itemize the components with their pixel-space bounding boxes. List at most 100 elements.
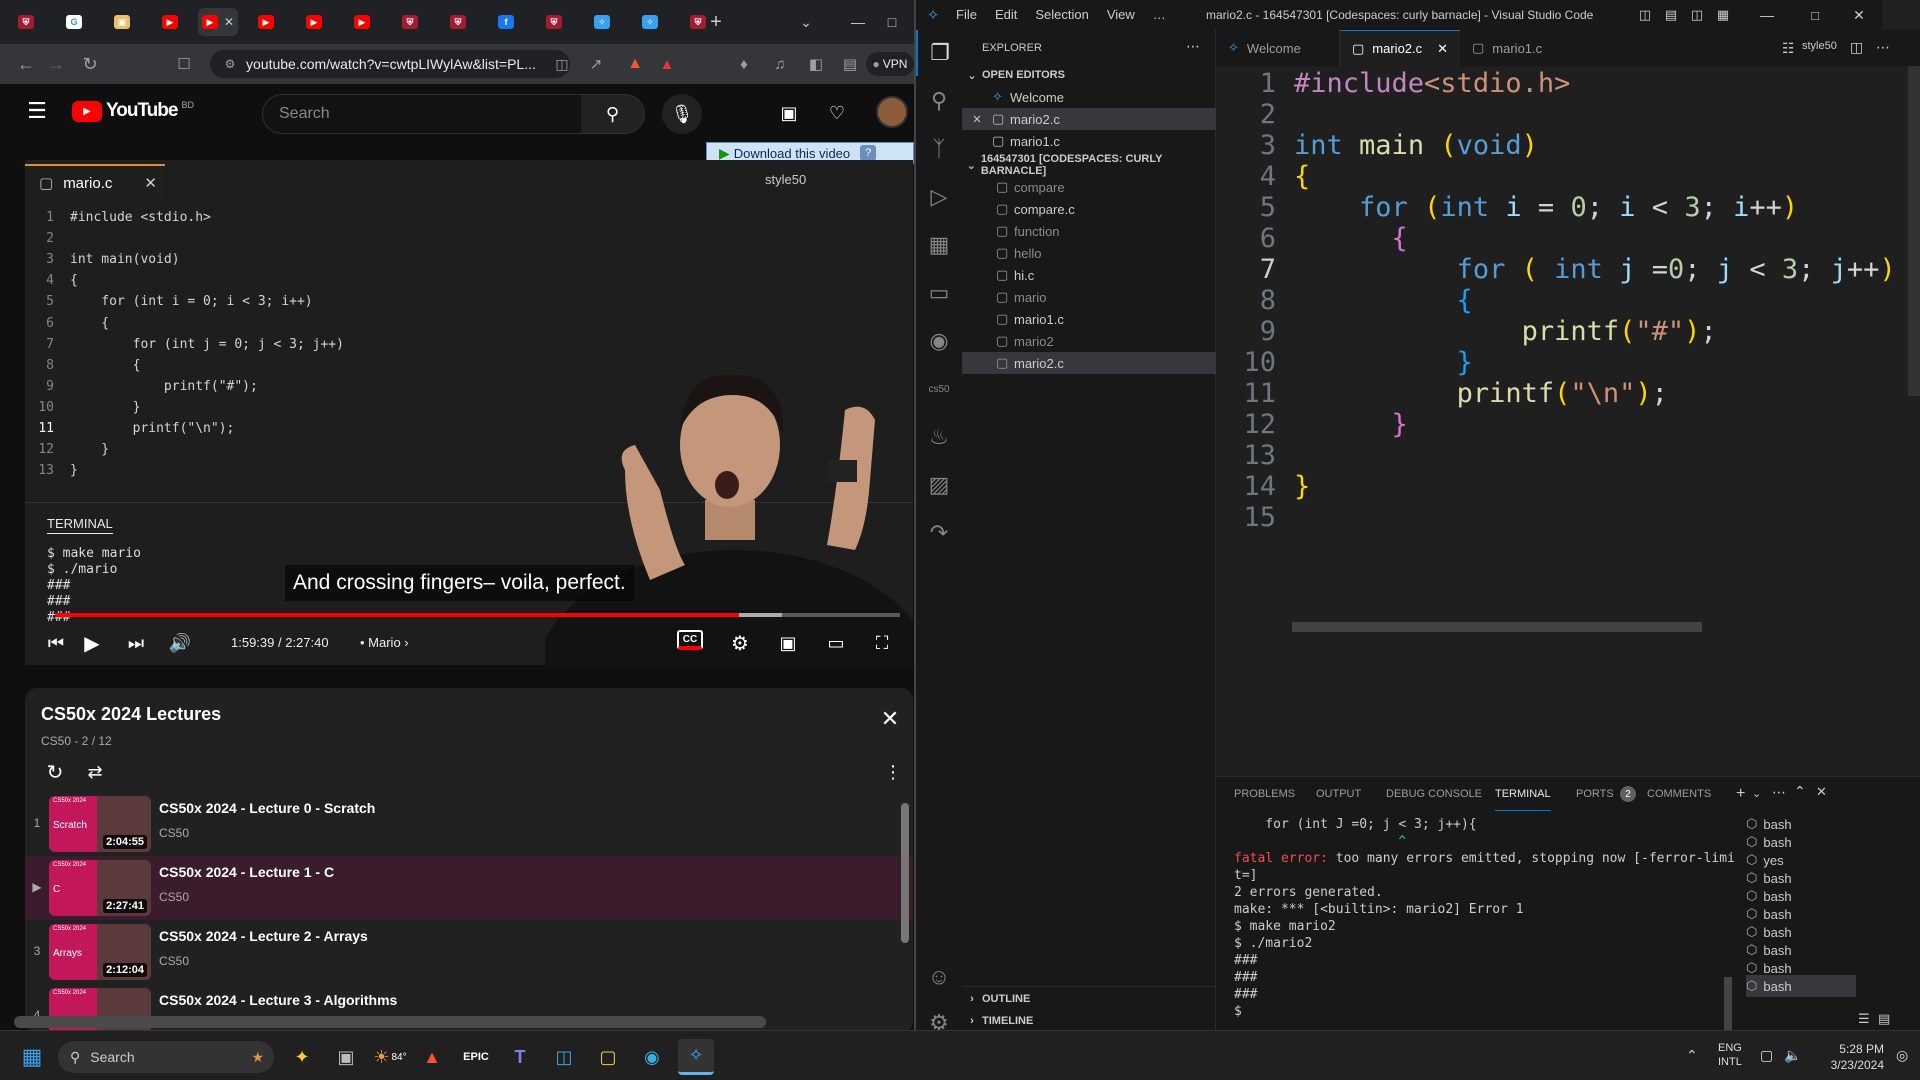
browser-tab[interactable]: ⛨: [534, 8, 574, 36]
start-icon[interactable]: ▦: [14, 1039, 50, 1075]
open-editor-item[interactable]: ✕ ▢ mario2.c: [962, 108, 1216, 130]
tab-welcome[interactable]: ✧ Welcome: [1216, 30, 1340, 66]
playlist-item[interactable]: 3 CS50x 2024 Arrays 2:12:04 CS50x 2024 - Lec…: [25, 920, 913, 984]
captions-button[interactable]: CC: [677, 630, 703, 650]
browser-tab[interactable]: ▶ ✕: [198, 8, 238, 36]
terminal-layout-icon[interactable]: ▤: [1878, 1011, 1890, 1027]
new-tab-icon[interactable]: +: [704, 10, 728, 34]
close-tab-icon[interactable]: ✕: [1437, 41, 1448, 57]
vscode-taskbar-icon[interactable]: ✧: [678, 1039, 714, 1075]
language-indicator[interactable]: ENG INTL: [1718, 1041, 1742, 1069]
panel-tab[interactable]: TERMINAL: [1495, 777, 1551, 811]
panel-tab[interactable]: DEBUG CONSOLE: [1386, 777, 1482, 811]
horizontal-scrollbar[interactable]: [14, 1016, 766, 1028]
reload-icon[interactable]: ↻: [78, 52, 102, 76]
toggle-sidebar-icon[interactable]: ◫: [1636, 6, 1654, 24]
vpn-button[interactable]: ● VPN: [866, 52, 914, 76]
open-editors-section[interactable]: ⌄ OPEN EDITORS: [962, 64, 1216, 86]
file-item[interactable]: ▢ mario2: [962, 330, 1216, 352]
notifications-icon[interactable]: ♡: [822, 98, 852, 128]
theater-mode-icon[interactable]: ▭: [821, 628, 851, 658]
file-item[interactable]: ▢ compare: [962, 176, 1216, 198]
source-control-icon[interactable]: ᛉ: [916, 126, 962, 172]
taskbar-search[interactable]: ⚲ Search ★: [58, 1041, 274, 1073]
browser-tab[interactable]: ✧: [582, 8, 622, 36]
cs50-icon[interactable]: cs50: [916, 366, 962, 412]
play-icon[interactable]: ▶: [77, 628, 107, 658]
progress-bar[interactable]: [55, 613, 900, 617]
search-button[interactable]: ⚲: [581, 94, 645, 134]
panel-tab[interactable]: PORTS: [1576, 777, 1614, 811]
customize-layout-icon[interactable]: ▦: [1714, 6, 1732, 24]
explorer-icon[interactable]: ❐: [916, 30, 962, 76]
search-icon[interactable]: ⚲: [916, 78, 962, 124]
network-icon[interactable]: ▢: [1760, 1047, 1773, 1064]
extensions-icon[interactable]: ▦: [916, 222, 962, 268]
tab-mario1c[interactable]: ▢ mario1.c: [1460, 30, 1580, 66]
panel-tab[interactable]: COMMENTS: [1647, 777, 1711, 811]
tab-mario2c[interactable]: ▢ mario2.c ✕: [1340, 30, 1460, 66]
split-terminal-icon[interactable]: ☰: [1858, 1011, 1870, 1027]
clock[interactable]: 5:28 PM 3/23/2024: [1820, 1041, 1884, 1073]
previous-icon[interactable]: ⏮: [41, 628, 71, 658]
toggle-panel-icon[interactable]: ▤: [1662, 6, 1680, 24]
extensions-icon[interactable]: ♦: [732, 52, 756, 76]
style50-button[interactable]: style50: [1802, 40, 1837, 52]
epic-games-icon[interactable]: EPIC: [458, 1039, 494, 1075]
brave-shields-icon[interactable]: ▲: [624, 52, 646, 76]
playlist-title[interactable]: CS50x 2024 Lectures: [41, 704, 221, 725]
maximize-panel-icon[interactable]: ⌃: [1794, 783, 1806, 800]
docker-icon[interactable]: ▨: [916, 462, 962, 508]
file-item[interactable]: ▢ compare.c: [962, 198, 1216, 220]
volume-icon[interactable]: 🔊: [165, 628, 195, 658]
shuffle-icon[interactable]: ⇄: [81, 760, 109, 784]
editor-vscrollbar[interactable]: [1908, 66, 1920, 396]
site-info-icon[interactable]: ⚙: [220, 54, 240, 74]
browser-tab[interactable]: ▣: [102, 8, 142, 36]
panel-tab[interactable]: PROBLEMS: [1234, 777, 1295, 811]
minimize-icon[interactable]: —: [1754, 6, 1780, 24]
playlist-item[interactable]: ▶ CS50x 2024 C 2:27:41 CS50x 2024 - Lecture …: [25, 856, 913, 920]
video-thumbnail[interactable]: CS50x 2024 C 2:27:41: [49, 860, 151, 916]
task-view-icon[interactable]: ▣: [328, 1039, 364, 1075]
loop-icon[interactable]: ↻: [41, 760, 69, 784]
close-playlist-icon[interactable]: ✕: [877, 706, 903, 732]
fullscreen-icon[interactable]: ⛶: [867, 628, 897, 658]
speaker-icon[interactable]: 🔈: [1784, 1047, 1801, 1064]
close-panel-icon[interactable]: ✕: [1816, 784, 1827, 800]
file-item[interactable]: ▢ hello: [962, 242, 1216, 264]
teams-icon[interactable]: T: [502, 1039, 538, 1075]
bookmark-icon[interactable]: ☐: [172, 52, 196, 76]
playlist-scrollbar[interactable]: [901, 803, 909, 943]
menu-icon[interactable]: ☰: [24, 98, 50, 124]
panel-more-icon[interactable]: ⋯: [1772, 784, 1786, 801]
miniplayer-icon[interactable]: ▣: [773, 628, 803, 658]
browser-tab[interactable]: ✧: [630, 8, 670, 36]
forward-icon[interactable]: →: [44, 52, 68, 76]
browser-tab[interactable]: ▶: [294, 8, 334, 36]
chevron-down-icon[interactable]: ⌄: [1752, 787, 1761, 800]
browser-tab[interactable]: ⛨: [390, 8, 430, 36]
file-item[interactable]: ▢ hi.c: [962, 264, 1216, 286]
brave-icon[interactable]: ▲: [414, 1039, 450, 1075]
copilot-icon[interactable]: ✦: [284, 1039, 320, 1075]
file-item[interactable]: ▢ mario: [962, 286, 1216, 308]
remote-explorer-icon[interactable]: ▭: [916, 270, 962, 316]
tab-search-icon[interactable]: ⌄: [794, 10, 818, 34]
browser-tab[interactable]: ⛨: [438, 8, 478, 36]
weather-icon[interactable]: ☀ 84°: [372, 1039, 408, 1075]
terminal-session[interactable]: ⬡ bash: [1746, 975, 1856, 997]
help-icon[interactable]: ?: [860, 145, 877, 161]
browser-tab[interactable]: ▶: [150, 8, 190, 36]
live-share-icon[interactable]: ↷: [916, 510, 962, 556]
more-options-icon[interactable]: ⋮: [883, 760, 903, 784]
avatar[interactable]: [876, 96, 908, 128]
maximize-icon[interactable]: □: [1802, 6, 1828, 24]
browser-tab[interactable]: ▶: [342, 8, 382, 36]
browser-tab[interactable]: f: [486, 8, 526, 36]
install-app-icon[interactable]: ◫: [550, 52, 574, 76]
code-editor[interactable]: 1 #include<stdio.h> 2 3 int main (void) 4 {5 f…: [1216, 66, 1920, 776]
open-editor-item[interactable]: ▢ mario1.c: [962, 130, 1216, 152]
split-editor-icon[interactable]: ◫: [1850, 39, 1863, 56]
youtube-logo[interactable]: ▶ YouTube BD: [72, 100, 194, 122]
